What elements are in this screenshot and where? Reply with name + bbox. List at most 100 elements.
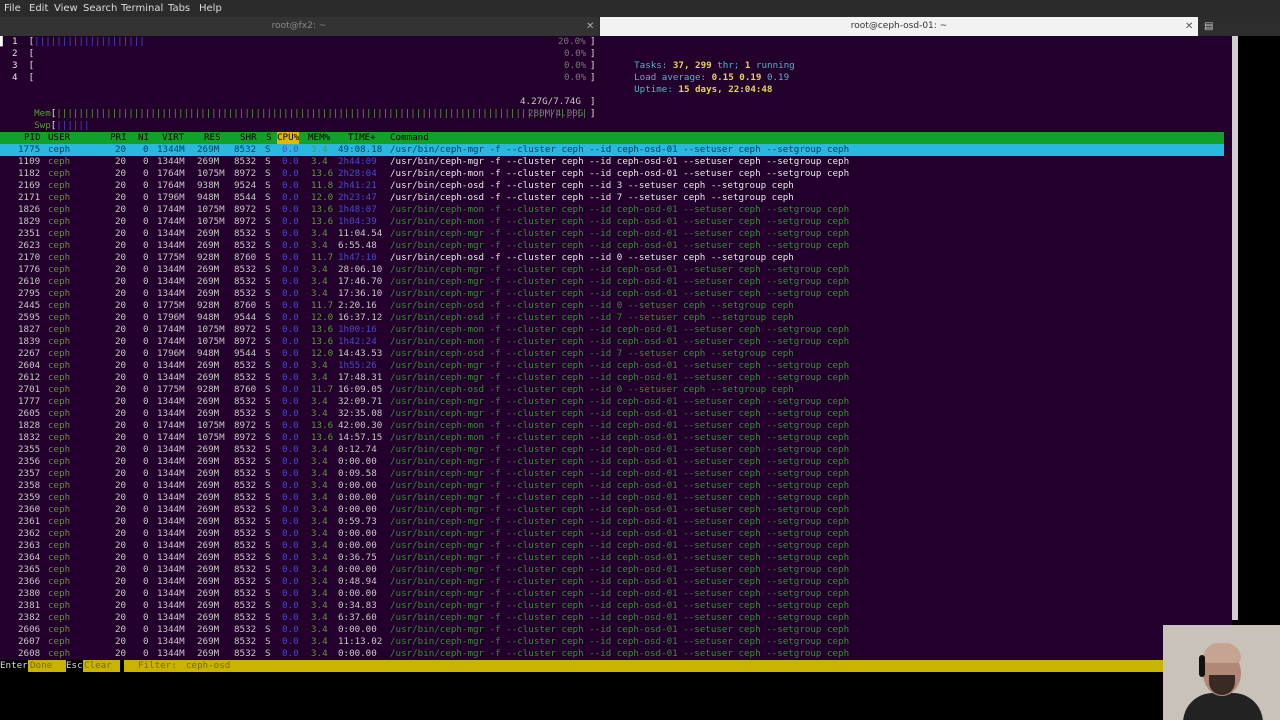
cell-s: S — [265, 444, 271, 455]
table-row[interactable]: 2701 ceph 20 0 1775M 928M 8760 S 0.0 11.7 16:09.05… — [0, 384, 1224, 396]
table-row[interactable]: 2607 ceph 20 0 1344M 269M 8532 S 0.0 3.4 11:13.02 /… — [0, 636, 1224, 648]
table-row[interactable]: 2795 ceph 20 0 1344M 269M 8532 S 0.0 3.4 17:36.10 /… — [0, 288, 1224, 300]
table-row[interactable]: 1777 ceph 20 0 1344M 269M 8532 S 0.0 3.4 32:09.71 /… — [0, 396, 1224, 408]
col-pid[interactable]: PID — [24, 132, 41, 144]
cell-time: 0:00.00 — [338, 648, 377, 659]
cell-cmd: /usr/bin/ceph-mgr -f --cluster ceph --id… — [390, 444, 850, 455]
table-row[interactable]: 2381 ceph 20 0 1344M 269M 8532 S 0.0 3.4 0:34.83/u… — [0, 600, 1224, 612]
table-row[interactable]: 1109 ceph 20 0 1344M 269M 8532 S 0.0 3.4 2h44:09/u… — [0, 156, 1224, 168]
enter-key[interactable]: Enter — [0, 660, 28, 672]
col-s[interactable]: S — [266, 132, 272, 144]
done-label[interactable]: Done — [30, 660, 52, 672]
table-row[interactable]: 2595 ceph 20 0 1796M 948M 9544 S 0.0 12.0 16:37.12… — [0, 312, 1224, 324]
cell-cmd: /usr/bin/ceph-mgr -f --cluster ceph --id… — [390, 636, 850, 647]
table-row[interactable]: 2355 ceph 20 0 1344M 269M 8532 S 0.0 3.4 0:12.74/u… — [0, 444, 1224, 456]
col-time-plus[interactable]: TIME+ — [348, 132, 376, 144]
cell-shr: 8972 — [234, 420, 257, 431]
table-row[interactable]: 2170 ceph 20 0 1775M 928M 8760 S 0.0 11.7 1h47:10 /… — [0, 252, 1224, 264]
cell-pri: 20 — [115, 216, 127, 227]
menu-search[interactable]: Search — [83, 3, 117, 14]
table-row[interactable]: 2169 ceph 20 0 1764M 938M 9524 S 0.0 11.8 2h41:21 /… — [0, 180, 1224, 192]
table-row[interactable]: 1827 ceph 20 0 1744M 1075M 8972 S 0.0 13.6 1h00:16… — [0, 324, 1224, 336]
table-row[interactable]: 2605 ceph 20 0 1344M 269M 8532 S 0.0 3.4 32:35.08 /… — [0, 408, 1224, 420]
menu-edit[interactable]: Edit — [29, 3, 48, 14]
cell-virt: 1344M — [157, 516, 185, 527]
table-row[interactable]: 2267 ceph 20 0 1796M 948M 9544 S 0.0 12.0 14:43.53… — [0, 348, 1224, 360]
cell-user: ceph — [48, 648, 71, 659]
table-row[interactable]: 1182 ceph 20 0 1764M 1075M 8972 S 0.0 13.6 2h28:04… — [0, 168, 1224, 180]
scrollbar[interactable] — [1232, 36, 1238, 620]
table-row[interactable]: 2365 ceph 20 0 1344M 269M 8532 S 0.0 3.4 0:00.00/u… — [0, 564, 1224, 576]
table-row[interactable]: 2357 ceph 20 0 1344M 269M 8532 S 0.0 3.4 0:09.58/u… — [0, 468, 1224, 480]
cell-ni: 0 — [143, 360, 149, 371]
tab-ceph-osd-01[interactable]: root@ceph-osd-01: ~ — [600, 17, 1198, 36]
menu-file[interactable]: File — [4, 3, 21, 14]
cell-time: 42:00.30 — [338, 420, 383, 431]
cell-ni: 0 — [143, 636, 149, 647]
cell-ni: 0 — [143, 228, 149, 239]
col-command[interactable]: Command — [390, 132, 429, 144]
table-row[interactable]: 2362 ceph 20 0 1344M 269M 8532 S 0.0 3.4 0:00.00/u… — [0, 528, 1224, 540]
cell-pid: 1776 — [18, 264, 41, 275]
cell-virt: 1796M — [157, 312, 185, 323]
cell-virt: 1775M — [157, 384, 185, 395]
col-virt[interactable]: VIRT — [162, 132, 184, 144]
table-row[interactable]: 2358 ceph 20 0 1344M 269M 8532 S 0.0 3.4 0:00.00/u… — [0, 480, 1224, 492]
menu-terminal[interactable]: Terminal — [121, 3, 163, 14]
col-user[interactable]: USER — [48, 132, 70, 144]
col-shr[interactable]: SHR — [240, 132, 257, 144]
tab-fx2[interactable]: root@fx2: ~ — [0, 17, 598, 36]
table-row[interactable]: 2356 ceph 20 0 1344M 269M 8532 S 0.0 3.4 0:00.00/u… — [0, 456, 1224, 468]
table-row[interactable]: 2171 ceph 20 0 1796M 948M 8544 S 0.0 12.0 2h23:47 /… — [0, 192, 1224, 204]
col-res[interactable]: RES — [204, 132, 221, 144]
filter-input[interactable]: ceph-osd — [186, 660, 230, 672]
table-row[interactable]: 1829 ceph 20 0 1744M 1075M 8972 S 0.0 13.6 1h04:39… — [0, 216, 1224, 228]
tab-menu-icon[interactable]: ▤ — [1204, 17, 1213, 36]
cell-ni: 0 — [143, 408, 149, 419]
table-row[interactable]: 2366 ceph 20 0 1344M 269M 8532 S 0.0 3.4 0:48.94/u… — [0, 576, 1224, 588]
col-cpu-pct[interactable]: CPU% — [277, 132, 300, 144]
table-row[interactable]: 2359 ceph 20 0 1344M 269M 8532 S 0.0 3.4 0:00.00/u… — [0, 492, 1224, 504]
table-row[interactable]: 1776 ceph 20 0 1344M 269M 8532 S 0.0 3.4 28:06.10 /… — [0, 264, 1224, 276]
table-row[interactable]: 2382 ceph 20 0 1344M 269M 8532 S 0.0 3.4 6:37.60/u… — [0, 612, 1224, 624]
table-row[interactable]: 2606 ceph 20 0 1344M 269M 8532 S 0.0 3.4 0:00.00/u… — [0, 624, 1224, 636]
table-row[interactable]: 2610 ceph 20 0 1344M 269M 8532 S 0.0 3.4 17:46.70 /… — [0, 276, 1224, 288]
cell-shr: 8972 — [234, 336, 257, 347]
cell-s: S — [265, 264, 271, 275]
table-row[interactable]: 2360 ceph 20 0 1344M 269M 8532 S 0.0 3.4 0:00.00/u… — [0, 504, 1224, 516]
clear-label[interactable]: Clear — [84, 660, 112, 672]
table-row[interactable]: 2445 ceph 20 0 1775M 928M 8760 S 0.0 11.7 2:20.16 /… — [0, 300, 1224, 312]
menu-tabs[interactable]: Tabs — [168, 3, 190, 14]
table-row[interactable]: 2363 ceph 20 0 1344M 269M 8532 S 0.0 3.4 0:00.00/u… — [0, 540, 1224, 552]
close-icon[interactable]: ✕ — [586, 17, 594, 36]
table-row[interactable]: 1839 ceph 20 0 1744M 1075M 8972 S 0.0 13.6 1h42:24… — [0, 336, 1224, 348]
cell-s: S — [265, 144, 271, 155]
esc-key[interactable]: Esc — [66, 660, 83, 672]
cell-virt: 1344M — [157, 564, 185, 575]
table-row[interactable]: 2608 ceph 20 0 1344M 269M 8532 S 0.0 3.4 0:00.00/u… — [0, 648, 1224, 660]
cell-cpu: 0.0 — [282, 216, 299, 227]
cell-ni: 0 — [143, 264, 149, 275]
cell-mem: 3.4 — [311, 624, 328, 635]
table-row[interactable]: 1832 ceph 20 0 1744M 1075M 8972 S 0.0 13.6 14:57.1… — [0, 432, 1224, 444]
table-row[interactable]: 1828 ceph 20 0 1744M 1075M 8972 S 0.0 13.6 42:00.3… — [0, 420, 1224, 432]
col-pri[interactable]: PRI — [110, 132, 127, 144]
close-icon[interactable]: ✕ — [1185, 17, 1193, 36]
table-row[interactable]: 2604 ceph 20 0 1344M 269M 8532 S 0.0 3.4 1h55:26/u… — [0, 360, 1224, 372]
col-ni[interactable]: NI — [138, 132, 149, 144]
table-row[interactable]: 2361 ceph 20 0 1344M 269M 8532 S 0.0 3.4 0:59.73/u… — [0, 516, 1224, 528]
col-mem-pct[interactable]: MEM% — [308, 132, 330, 144]
cell-cpu: 0.0 — [282, 444, 299, 455]
table-row[interactable]: 2380 ceph 20 0 1344M 269M 8532 S 0.0 3.4 0:00.00/u… — [0, 588, 1224, 600]
menu-help[interactable]: Help — [199, 3, 222, 14]
table-row[interactable]: 1826 ceph 20 0 1744M 1075M 8972 S 0.0 13.6 1h48:07… — [0, 204, 1224, 216]
cpu-value: 0.0% — [564, 48, 587, 59]
table-row[interactable]: 1775 ceph 20 0 1344M 269M 8532 S 0.0 3.4 49:08.18 /… — [0, 144, 1224, 156]
table-row[interactable]: 2364 ceph 20 0 1344M 269M 8532 S 0.0 3.4 0:36.75/u… — [0, 552, 1224, 564]
table-row[interactable]: 2351 ceph 20 0 1344M 269M 8532 S 0.0 3.4 11:04.54 /… — [0, 228, 1224, 240]
menu-view[interactable]: View — [54, 3, 78, 14]
cell-mem: 3.4 — [311, 492, 328, 503]
table-row[interactable]: 2612 ceph 20 0 1344M 269M 8532 S 0.0 3.4 17:48.31 /… — [0, 372, 1224, 384]
table-row[interactable]: 2623 ceph 20 0 1344M 269M 8532 S 0.0 3.4 6:55.48/u… — [0, 240, 1224, 252]
terminal[interactable]: ▌ 1 [|||||||||||||||||||| 20.0%] 2 [0.0%] 3… — [0, 36, 1232, 672]
